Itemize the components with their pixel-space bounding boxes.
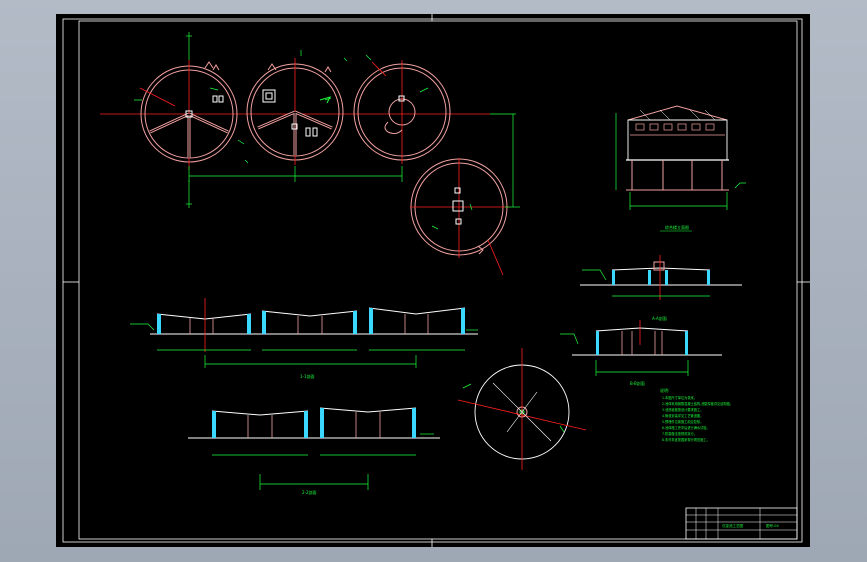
- elevation-title: 综合楼立面图: [665, 224, 689, 230]
- notes-heading: 说明:: [660, 387, 669, 393]
- cad-viewer: 综合楼立面图 A-A剖面 B-B剖面 1-1剖面 2-2剖面 说明: 1.本图尺…: [0, 0, 867, 562]
- note-line: 7.防腐做法按规范执行。: [662, 431, 697, 436]
- note-line: 8.未尽事宜按国家现行规范施工。: [662, 437, 710, 442]
- section-a-label: A-A剖面: [652, 315, 667, 321]
- note-line: 3.池底坡度按设计要求施工。: [662, 407, 703, 412]
- drawing-canvas[interactable]: 综合楼立面图 A-A剖面 B-B剖面 1-1剖面 2-2剖面 说明: 1.本图尺…: [0, 0, 867, 562]
- note-line: 5.预埋件位置施工前应复核。: [662, 419, 703, 424]
- section-1-label: 1-1剖面: [300, 373, 315, 379]
- note-line: 6.池体施工完毕后进行满水试验。: [662, 425, 710, 430]
- drawing-name: 沉淀池工艺图: [722, 523, 743, 528]
- section-b-label: B-B剖面: [630, 380, 645, 386]
- drawing-number: 图号-04: [766, 523, 779, 528]
- note-line: 2.池体采用钢筋混凝土结构,池壁厚度详见结构图。: [662, 401, 733, 406]
- note-line: 1.本图尺寸单位为毫米。: [662, 395, 697, 400]
- note-line: 4.管道安装详见工艺管道图。: [662, 413, 703, 418]
- drawing-sheet: [56, 14, 810, 547]
- section-2-label: 2-2剖面: [302, 489, 317, 495]
